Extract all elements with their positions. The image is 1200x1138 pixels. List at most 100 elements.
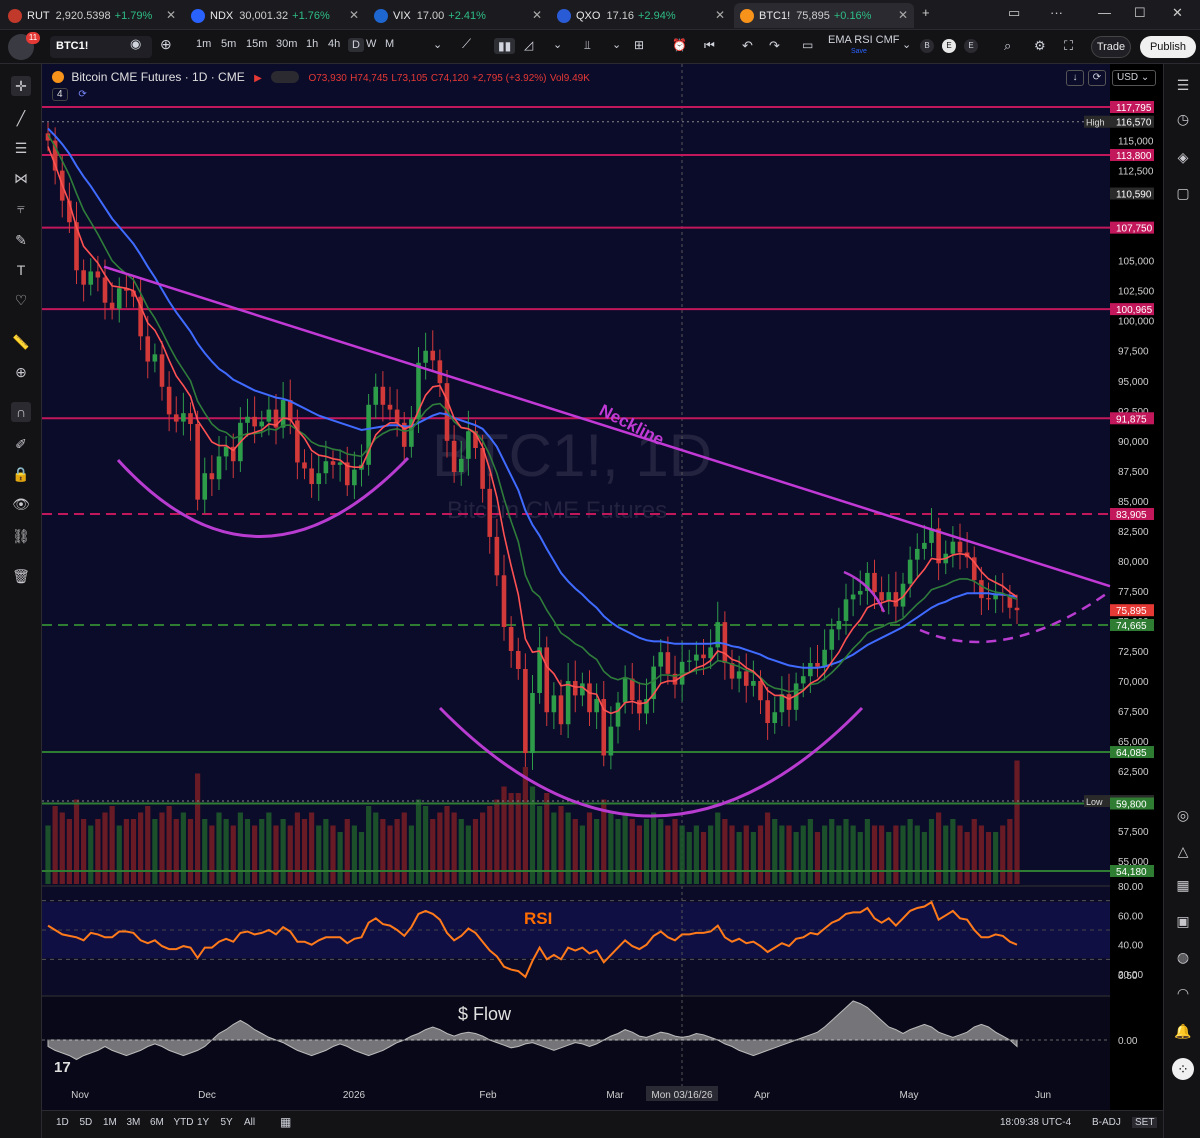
ideas-icon[interactable]: △ — [1172, 840, 1194, 862]
range-1y[interactable]: 1Y — [197, 1117, 209, 1128]
close-icon[interactable]: ✕ — [349, 8, 359, 22]
apps-icon[interactable]: ⁘ — [1172, 1058, 1194, 1080]
range-5y[interactable]: 5Y — [221, 1117, 233, 1128]
indicators-icon[interactable]: ⫫ — [584, 38, 591, 53]
close-icon[interactable]: ✕ — [715, 8, 725, 22]
publish-button[interactable]: Publish — [1140, 36, 1196, 58]
watchlist-icon[interactable]: ☰ — [1172, 74, 1194, 96]
flag-icon[interactable]: ▶ — [254, 73, 262, 84]
pattern-icon[interactable]: ⋈ — [11, 168, 31, 188]
stream-icon[interactable]: ◠ — [1172, 982, 1194, 1004]
chevron-down-icon[interactable]: ⌄ — [902, 38, 911, 51]
calendar-icon[interactable]: ▦ — [280, 1115, 291, 1129]
download-icon[interactable]: ↓ — [1066, 70, 1084, 86]
adj-toggle[interactable]: B-ADJ — [1092, 1117, 1121, 1128]
range-ytd[interactable]: YTD — [174, 1117, 194, 1128]
save-label[interactable]: Save — [851, 48, 867, 55]
b-icon[interactable]: B — [920, 39, 934, 53]
refresh-icon[interactable]: ⟳ — [78, 89, 86, 100]
legend-title[interactable]: Bitcoin CME Futures · 1D · CME — [71, 70, 244, 84]
forecast-icon[interactable]: ⫧ — [11, 198, 31, 218]
tab-rut[interactable]: RUT 2,920.5398 +1.79% ✕ — [2, 3, 182, 28]
tab-ndx[interactable]: NDX 30,001.32 +1.76% ✕ — [185, 3, 365, 28]
bell-icon[interactable]: 🔔 — [1172, 1020, 1194, 1042]
draw-lock-icon[interactable]: ✐ — [11, 434, 31, 454]
tab-btc1[interactable]: BTC1! 75,895 +0.16% ✕ — [734, 3, 914, 28]
layout-icon[interactable]: ▭ — [1008, 5, 1020, 21]
sync-icon[interactable]: ⟳ — [1088, 70, 1106, 86]
interval-1m[interactable]: 1m — [196, 38, 211, 50]
alert-icon[interactable]: ⏰ — [672, 38, 687, 52]
add-symbol-icon[interactable]: ⊕ — [160, 36, 172, 53]
indicator-count[interactable]: 4 — [52, 88, 68, 101]
chevron-down-icon[interactable]: ⌄ — [433, 38, 442, 51]
layout-icon[interactable]: ▭ — [802, 38, 813, 52]
interval-30m[interactable]: 30m — [276, 38, 297, 50]
interval-5m[interactable]: 5m — [221, 38, 236, 50]
price-chart[interactable]: BTC1!, 1DBitcoin CME FuturesNeckline55,0… — [42, 64, 1163, 1110]
e-icon[interactable]: E — [942, 39, 956, 53]
lock-icon[interactable]: 🔒 — [11, 464, 31, 484]
range-5d[interactable]: 5D — [80, 1117, 93, 1128]
undo-icon[interactable]: ↶ — [742, 38, 753, 54]
close-icon[interactable]: ✕ — [166, 8, 176, 22]
crosshair-icon[interactable]: ✛ — [11, 76, 31, 96]
range-6m[interactable]: 6M — [150, 1117, 164, 1128]
chevron-down-icon[interactable]: ⌄ — [612, 38, 621, 51]
chat-icon[interactable]: ▢ — [1172, 182, 1194, 204]
settings-toggle[interactable]: SET — [1132, 1117, 1158, 1128]
ruler-icon[interactable]: 📏 — [11, 332, 31, 352]
fullscreen-icon[interactable]: ⛶ — [1064, 38, 1073, 54]
area-chart-icon[interactable]: ◿ — [524, 38, 533, 52]
brush-icon[interactable]: ✎ — [11, 230, 31, 250]
interval-m[interactable]: M — [385, 38, 394, 50]
range-all[interactable]: All — [244, 1117, 255, 1128]
interval-15m[interactable]: 15m — [246, 38, 267, 50]
legend-toggle[interactable] — [271, 71, 300, 83]
interval-1h[interactable]: 1h — [306, 38, 318, 50]
close-icon[interactable]: ✕ — [898, 8, 908, 22]
chevron-down-icon[interactable]: ⌄ — [553, 38, 562, 51]
currency-select[interactable]: USD ⌄ — [1112, 70, 1156, 86]
clock-readout[interactable]: 18:09:38 UTC-4 — [1000, 1117, 1071, 1128]
zoom-icon[interactable]: ⊕ — [11, 362, 31, 382]
maximize-icon[interactable]: ☐ — [1134, 5, 1146, 21]
close-icon[interactable]: ✕ — [532, 8, 542, 22]
indicator-template-name[interactable]: EMA RSI CMF — [828, 34, 900, 46]
trash-icon[interactable]: 🗑 — [11, 566, 31, 586]
globe-icon[interactable]: ◍ — [1172, 946, 1194, 968]
new-tab-icon[interactable]: + — [922, 5, 930, 20]
close-window-icon[interactable]: ✕ — [1172, 5, 1183, 21]
speed-icon[interactable]: ◎ — [1172, 804, 1194, 826]
tab-qxo[interactable]: QXO 17.16 +2.94% ✕ — [551, 3, 731, 28]
range-1d[interactable]: 1D — [56, 1117, 69, 1128]
range-3m[interactable]: 3M — [127, 1117, 141, 1128]
search-icon[interactable]: ⌕ — [1004, 38, 1011, 54]
symbol-search-icon[interactable]: ◉ — [130, 36, 141, 52]
minimize-icon[interactable]: — — [1098, 5, 1111, 20]
tab-vix[interactable]: VIX 17.00 +2.41% ✕ — [368, 3, 548, 28]
trend-line-icon[interactable]: ╱ — [11, 108, 31, 128]
trade-button[interactable]: Trade — [1091, 36, 1131, 58]
range-1m[interactable]: 1M — [103, 1117, 117, 1128]
replay-icon[interactable]: ⏮ — [704, 38, 715, 53]
link-icon[interactable]: ⛓ — [11, 526, 31, 546]
gear-icon[interactable]: ⚙ — [1034, 38, 1046, 54]
fib-icon[interactable]: ☰ — [11, 138, 31, 158]
pine-icon[interactable]: ▣ — [1172, 910, 1194, 932]
templates-icon[interactable]: ⊞ — [634, 38, 644, 52]
e-icon[interactable]: E — [964, 39, 978, 53]
clock-icon[interactable]: ◷ — [1172, 108, 1194, 130]
line-chart-icon[interactable]: ⟋ — [462, 36, 471, 52]
text-icon[interactable]: T — [11, 260, 31, 280]
interval-4h[interactable]: 4h — [328, 38, 340, 50]
candles-icon[interactable]: ▮▮ — [494, 38, 516, 54]
heart-icon[interactable]: ♡ — [11, 290, 31, 310]
layers-icon[interactable]: ◈ — [1172, 146, 1194, 168]
calendar-icon[interactable]: ▦ — [1172, 874, 1194, 896]
more-icon[interactable]: ··· — [1050, 5, 1063, 20]
magnet-icon[interactable]: ∩ — [11, 402, 31, 422]
interval-d[interactable]: D — [348, 38, 364, 52]
interval-w[interactable]: W — [366, 38, 376, 50]
eye-icon[interactable]: 👁 — [11, 494, 31, 514]
